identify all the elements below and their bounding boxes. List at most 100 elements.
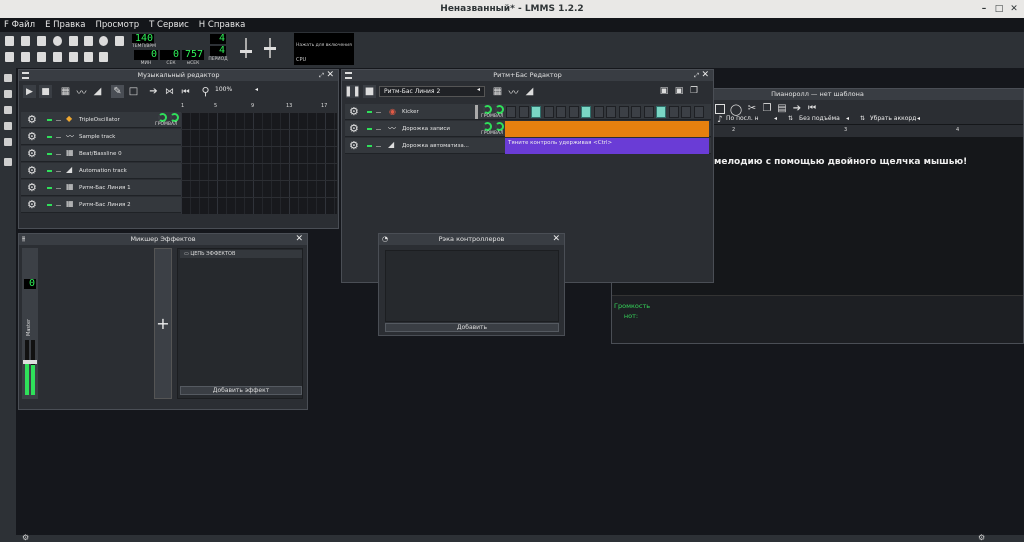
beat-editor-icon[interactable]: [21, 52, 30, 62]
solo-toggle[interactable]: [56, 188, 61, 189]
loop-points-icon[interactable]: ⋈: [163, 85, 176, 98]
song-track-row[interactable]: ⚙ ▦ Ритм-Бас Линия 1: [21, 180, 181, 196]
add-automation-track-icon[interactable]: ◢: [91, 85, 104, 98]
step-button[interactable]: [693, 106, 704, 118]
select-mode-icon[interactable]: [715, 104, 725, 114]
step-button[interactable]: [543, 106, 554, 118]
bb-pattern-select[interactable]: Ритм-Бас Линия 2: [379, 86, 485, 97]
mute-led[interactable]: [47, 119, 52, 121]
close-icon[interactable]: ✕: [1008, 3, 1020, 15]
chord-select[interactable]: Убрать аккорд: [870, 115, 916, 122]
project-notes-icon[interactable]: [99, 52, 108, 62]
step-button[interactable]: [593, 106, 604, 118]
solo-toggle[interactable]: [56, 171, 61, 172]
info-icon[interactable]: [99, 36, 108, 46]
new-project-icon[interactable]: [5, 36, 14, 46]
mute-led[interactable]: [47, 170, 52, 172]
mute-led[interactable]: [367, 145, 372, 147]
step-button[interactable]: [581, 106, 591, 118]
volume-knob[interactable]: [483, 122, 492, 131]
add-sample-track-icon[interactable]: 〰: [75, 85, 88, 99]
track-name[interactable]: Automation track: [79, 163, 127, 179]
pr-home-icon[interactable]: ⏮: [806, 102, 818, 114]
song-track-grid[interactable]: [181, 112, 337, 214]
menu-view[interactable]: Просмотр: [96, 20, 140, 30]
track-settings-gear-icon[interactable]: ⚙: [27, 146, 37, 162]
note-length-select[interactable]: По посл. н: [726, 115, 759, 122]
song-track-row[interactable]: ⚙ ▦ Beat/Bassline 0: [21, 146, 181, 162]
track-settings-gear-icon[interactable]: ⚙: [27, 197, 37, 213]
note-volume-panel[interactable]: Громкость нот:: [612, 295, 1023, 343]
track-name[interactable]: Beat/Bassline 0: [79, 146, 122, 162]
menu-file[interactable]: F Файл: [4, 20, 35, 30]
bb-editor-maximize-icon[interactable]: ⤢: [694, 70, 699, 81]
track-name[interactable]: Ритм-Бас Линия 1: [79, 180, 131, 196]
step-button[interactable]: [681, 106, 691, 118]
track-grip[interactable]: [475, 105, 478, 119]
controller-rack-close-icon[interactable]: ✕: [552, 234, 560, 245]
bb-editor-menu-icon[interactable]: [345, 72, 352, 79]
tempo-display[interactable]: 140: [132, 34, 154, 44]
step-button[interactable]: [556, 106, 566, 118]
step-button[interactable]: [531, 106, 541, 118]
piano-roll-icon[interactable]: [37, 52, 46, 62]
song-track-row[interactable]: ⚙ 〰 Sample track: [21, 129, 181, 145]
note-length-arrow[interactable]: ◂: [774, 115, 777, 122]
remove-steps-icon[interactable]: ▣: [658, 85, 670, 97]
song-timeline-ruler[interactable]: 1 5 9 13 17: [181, 103, 337, 112]
song-editor-menu-icon[interactable]: [22, 72, 29, 79]
scale-arrow[interactable]: ◂: [846, 115, 849, 122]
paste-icon[interactable]: ▤: [776, 102, 788, 114]
edit-mode-icon[interactable]: □: [127, 85, 140, 98]
add-beat-icon[interactable]: ▦: [491, 85, 504, 98]
time-sig-denominator[interactable]: 4: [210, 46, 226, 56]
mute-led[interactable]: [367, 111, 372, 113]
my-home-icon[interactable]: [4, 122, 12, 130]
volume-knob[interactable]: [158, 113, 167, 122]
track-settings-gear-icon[interactable]: ⚙: [349, 121, 359, 137]
add-automation-icon[interactable]: ◢: [523, 85, 536, 98]
step-button[interactable]: [568, 106, 579, 118]
volume-knob[interactable]: [483, 105, 492, 114]
maximize-icon[interactable]: □: [993, 3, 1005, 15]
song-track-row[interactable]: ⚙ ▦ Ритм-Бас Линия 2: [21, 197, 181, 213]
menu-tools[interactable]: T Сервис: [149, 20, 189, 30]
mixer-icon[interactable]: [69, 52, 78, 62]
automation-clip[interactable]: Тяните контроль удерживая <Ctrl>: [505, 138, 709, 154]
track-name[interactable]: TripleOscillator: [79, 112, 120, 128]
step-button[interactable]: [506, 106, 516, 118]
master-fader[interactable]: [23, 360, 37, 364]
master-pitch-slider[interactable]: [262, 38, 278, 58]
master-volume-slider[interactable]: [238, 38, 254, 58]
time-sig-numerator[interactable]: 4: [210, 34, 226, 44]
master-channel[interactable]: 0 Master: [22, 248, 38, 399]
solo-toggle[interactable]: [376, 112, 381, 113]
track-name[interactable]: Дорожка автоматиза...: [402, 138, 469, 154]
controller-rack-icon[interactable]: [84, 52, 93, 62]
track-settings-gear-icon[interactable]: ⚙: [27, 180, 37, 196]
track-settings-gear-icon[interactable]: ⚙: [27, 112, 37, 128]
open-project-icon[interactable]: [37, 36, 46, 46]
automation-editor-icon[interactable]: [53, 52, 62, 62]
solo-toggle[interactable]: [56, 154, 61, 155]
step-button[interactable]: [631, 106, 641, 118]
effects-chain-header[interactable]: ▭ ЦЕПЬ ЭФФЕКТОВ: [180, 250, 302, 258]
menu-help[interactable]: H Справка: [199, 20, 246, 30]
mute-led[interactable]: [47, 136, 52, 138]
sample-clip[interactable]: [505, 121, 709, 137]
solo-toggle[interactable]: [56, 120, 61, 121]
save-project-icon[interactable]: [69, 36, 78, 46]
track-settings-gear-icon[interactable]: ⚙: [349, 138, 359, 154]
song-play-icon[interactable]: ▶: [23, 85, 36, 98]
bb-editor-close-icon[interactable]: ✕: [701, 70, 709, 81]
my-projects-icon[interactable]: [4, 74, 12, 82]
step-button[interactable]: [518, 106, 529, 118]
step-button[interactable]: [606, 106, 616, 118]
song-stop-icon[interactable]: ■: [39, 85, 52, 98]
bb-pattern-arrow[interactable]: ◂: [477, 86, 480, 93]
draw-mode-icon[interactable]: ✎: [111, 85, 124, 98]
bb-track-row[interactable]: ⚙ ◉ Kicker ГРОМВАЛ: [345, 104, 711, 120]
solo-toggle[interactable]: [56, 137, 61, 138]
track-name[interactable]: Ритм-Бас Линия 2: [79, 197, 131, 213]
bb-track-row[interactable]: ⚙ 〰 Дорожка записи ГРОМВАЛ: [345, 121, 711, 137]
